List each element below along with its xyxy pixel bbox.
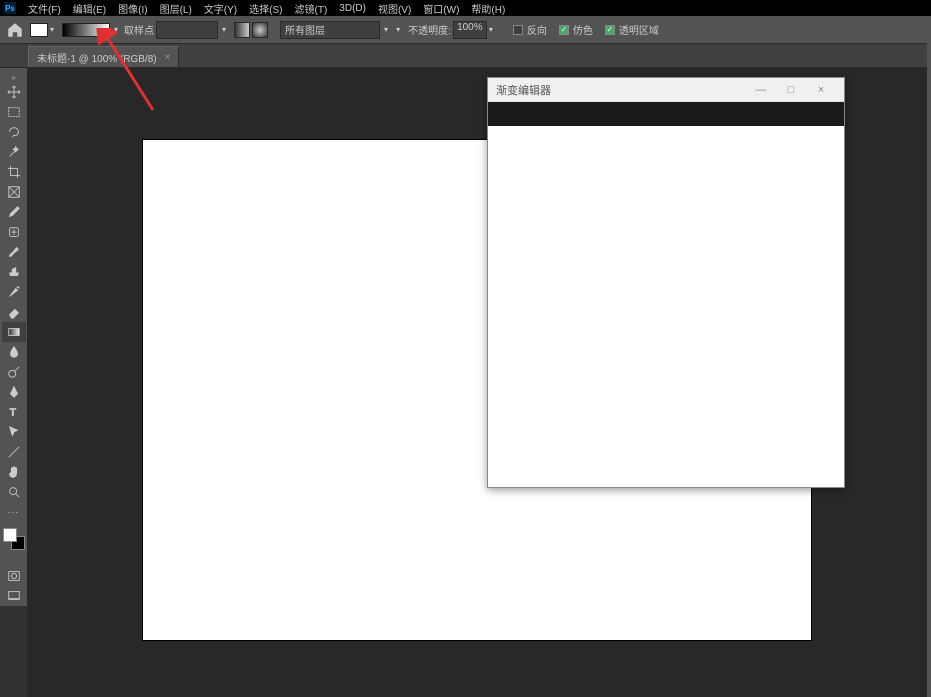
- frame-tool[interactable]: [2, 182, 26, 202]
- gradient-tool[interactable]: [2, 322, 26, 342]
- menu-file[interactable]: 文件(F): [22, 1, 67, 16]
- document-tab-bar: 未标题-1 @ 100% (RGB/8) ×: [0, 44, 931, 68]
- rectangular-marquee-tool[interactable]: [2, 102, 26, 122]
- move-tool[interactable]: [2, 82, 26, 102]
- eraser-tool[interactable]: [2, 302, 26, 322]
- options-bar: ▾ ▾ 取样点 ▾ 所有图层 ▾ ▾ 不透明度: 100% ▾ 反向 ✓ 仿色 …: [0, 16, 931, 44]
- close-tab-icon[interactable]: ×: [165, 52, 171, 63]
- document-tab-title: 未标题-1 @ 100% (RGB/8): [37, 50, 157, 65]
- gradient-preview-dropdown-arrow[interactable]: ▾: [114, 25, 118, 34]
- right-panel-edge[interactable]: [927, 16, 931, 697]
- opacity-arrow[interactable]: ▾: [489, 25, 493, 34]
- svg-text:T: T: [9, 407, 16, 419]
- pen-tool[interactable]: [2, 382, 26, 402]
- path-selection-tool[interactable]: [2, 422, 26, 442]
- foreground-color-swatch[interactable]: [3, 528, 17, 542]
- minimize-icon[interactable]: —: [746, 84, 776, 96]
- layer-scope-arrow[interactable]: ▾: [384, 25, 388, 34]
- sample-point-arrow[interactable]: ▾: [222, 25, 226, 34]
- maximize-icon[interactable]: □: [776, 84, 806, 96]
- layer-scope-dropdown[interactable]: 所有图层: [280, 21, 380, 39]
- gradient-type-dropdown-arrow[interactable]: ▾: [50, 25, 54, 34]
- dither-checkbox[interactable]: ✓: [559, 25, 569, 35]
- hand-tool[interactable]: [2, 462, 26, 482]
- menu-3d[interactable]: 3D(D): [333, 3, 372, 14]
- menu-help[interactable]: 帮助(H): [465, 1, 511, 16]
- home-icon[interactable]: [6, 21, 24, 39]
- sample-point-dropdown[interactable]: [156, 21, 218, 39]
- menu-type[interactable]: 文字(Y): [198, 1, 243, 16]
- line-tool[interactable]: [2, 442, 26, 462]
- menu-view[interactable]: 视图(V): [372, 1, 417, 16]
- transparency-label: 透明区域: [619, 22, 659, 37]
- linear-gradient-icon[interactable]: [234, 22, 250, 38]
- menu-bar: Ps 文件(F) 编辑(E) 图像(I) 图层(L) 文字(Y) 选择(S) 滤…: [0, 0, 931, 16]
- dialog-titlebar[interactable]: 渐变编辑器 — □ ×: [488, 78, 844, 102]
- screen-mode-icon[interactable]: [2, 586, 26, 606]
- history-brush-tool[interactable]: [2, 282, 26, 302]
- gradient-editor-dialog: 渐变编辑器 — □ ×: [487, 77, 845, 488]
- document-tab[interactable]: 未标题-1 @ 100% (RGB/8) ×: [28, 46, 179, 67]
- dialog-toolbar-strip: [488, 102, 844, 126]
- lasso-tool[interactable]: [2, 122, 26, 142]
- menu-image[interactable]: 图像(I): [112, 1, 153, 16]
- type-tool[interactable]: T: [2, 402, 26, 422]
- menu-window[interactable]: 窗口(W): [417, 1, 465, 16]
- eyedropper-tool[interactable]: [2, 202, 26, 222]
- transparency-checkbox[interactable]: ✓: [605, 25, 615, 35]
- opacity-value[interactable]: 100%: [453, 21, 487, 39]
- quick-mask-icon[interactable]: [2, 566, 26, 586]
- crop-tool[interactable]: [2, 162, 26, 182]
- menu-filter[interactable]: 滤镜(T): [289, 1, 334, 16]
- dodge-tool[interactable]: [2, 362, 26, 382]
- toolbar-expand-icon[interactable]: »: [0, 72, 27, 82]
- more-tools-icon[interactable]: ∙∙∙: [2, 502, 26, 522]
- tools-panel: » T ∙∙∙: [0, 68, 27, 606]
- zoom-tool[interactable]: [2, 482, 26, 502]
- menu-edit[interactable]: 编辑(E): [67, 1, 112, 16]
- menu-select[interactable]: 选择(S): [243, 1, 288, 16]
- layer-scope-arrow2[interactable]: ▾: [396, 25, 400, 34]
- close-icon[interactable]: ×: [806, 84, 836, 96]
- reverse-checkbox[interactable]: [513, 25, 523, 35]
- ps-logo-icon: Ps: [4, 2, 16, 14]
- magic-wand-tool[interactable]: [2, 142, 26, 162]
- healing-brush-tool[interactable]: [2, 222, 26, 242]
- sample-point-label: 取样点: [124, 22, 154, 37]
- opacity-label: 不透明度:: [408, 22, 451, 37]
- dither-label: 仿色: [573, 22, 593, 37]
- color-swatches[interactable]: [3, 528, 25, 550]
- brush-tool[interactable]: [2, 242, 26, 262]
- radial-gradient-icon[interactable]: [252, 22, 268, 38]
- menu-layer[interactable]: 图层(L): [154, 1, 198, 16]
- reverse-label: 反向: [527, 22, 547, 37]
- gradient-type-swatch[interactable]: [30, 23, 48, 37]
- gradient-style-group: [234, 22, 270, 38]
- blur-tool[interactable]: [2, 342, 26, 362]
- dialog-title: 渐变编辑器: [496, 82, 746, 98]
- gradient-preview[interactable]: [62, 23, 110, 37]
- clone-stamp-tool[interactable]: [2, 262, 26, 282]
